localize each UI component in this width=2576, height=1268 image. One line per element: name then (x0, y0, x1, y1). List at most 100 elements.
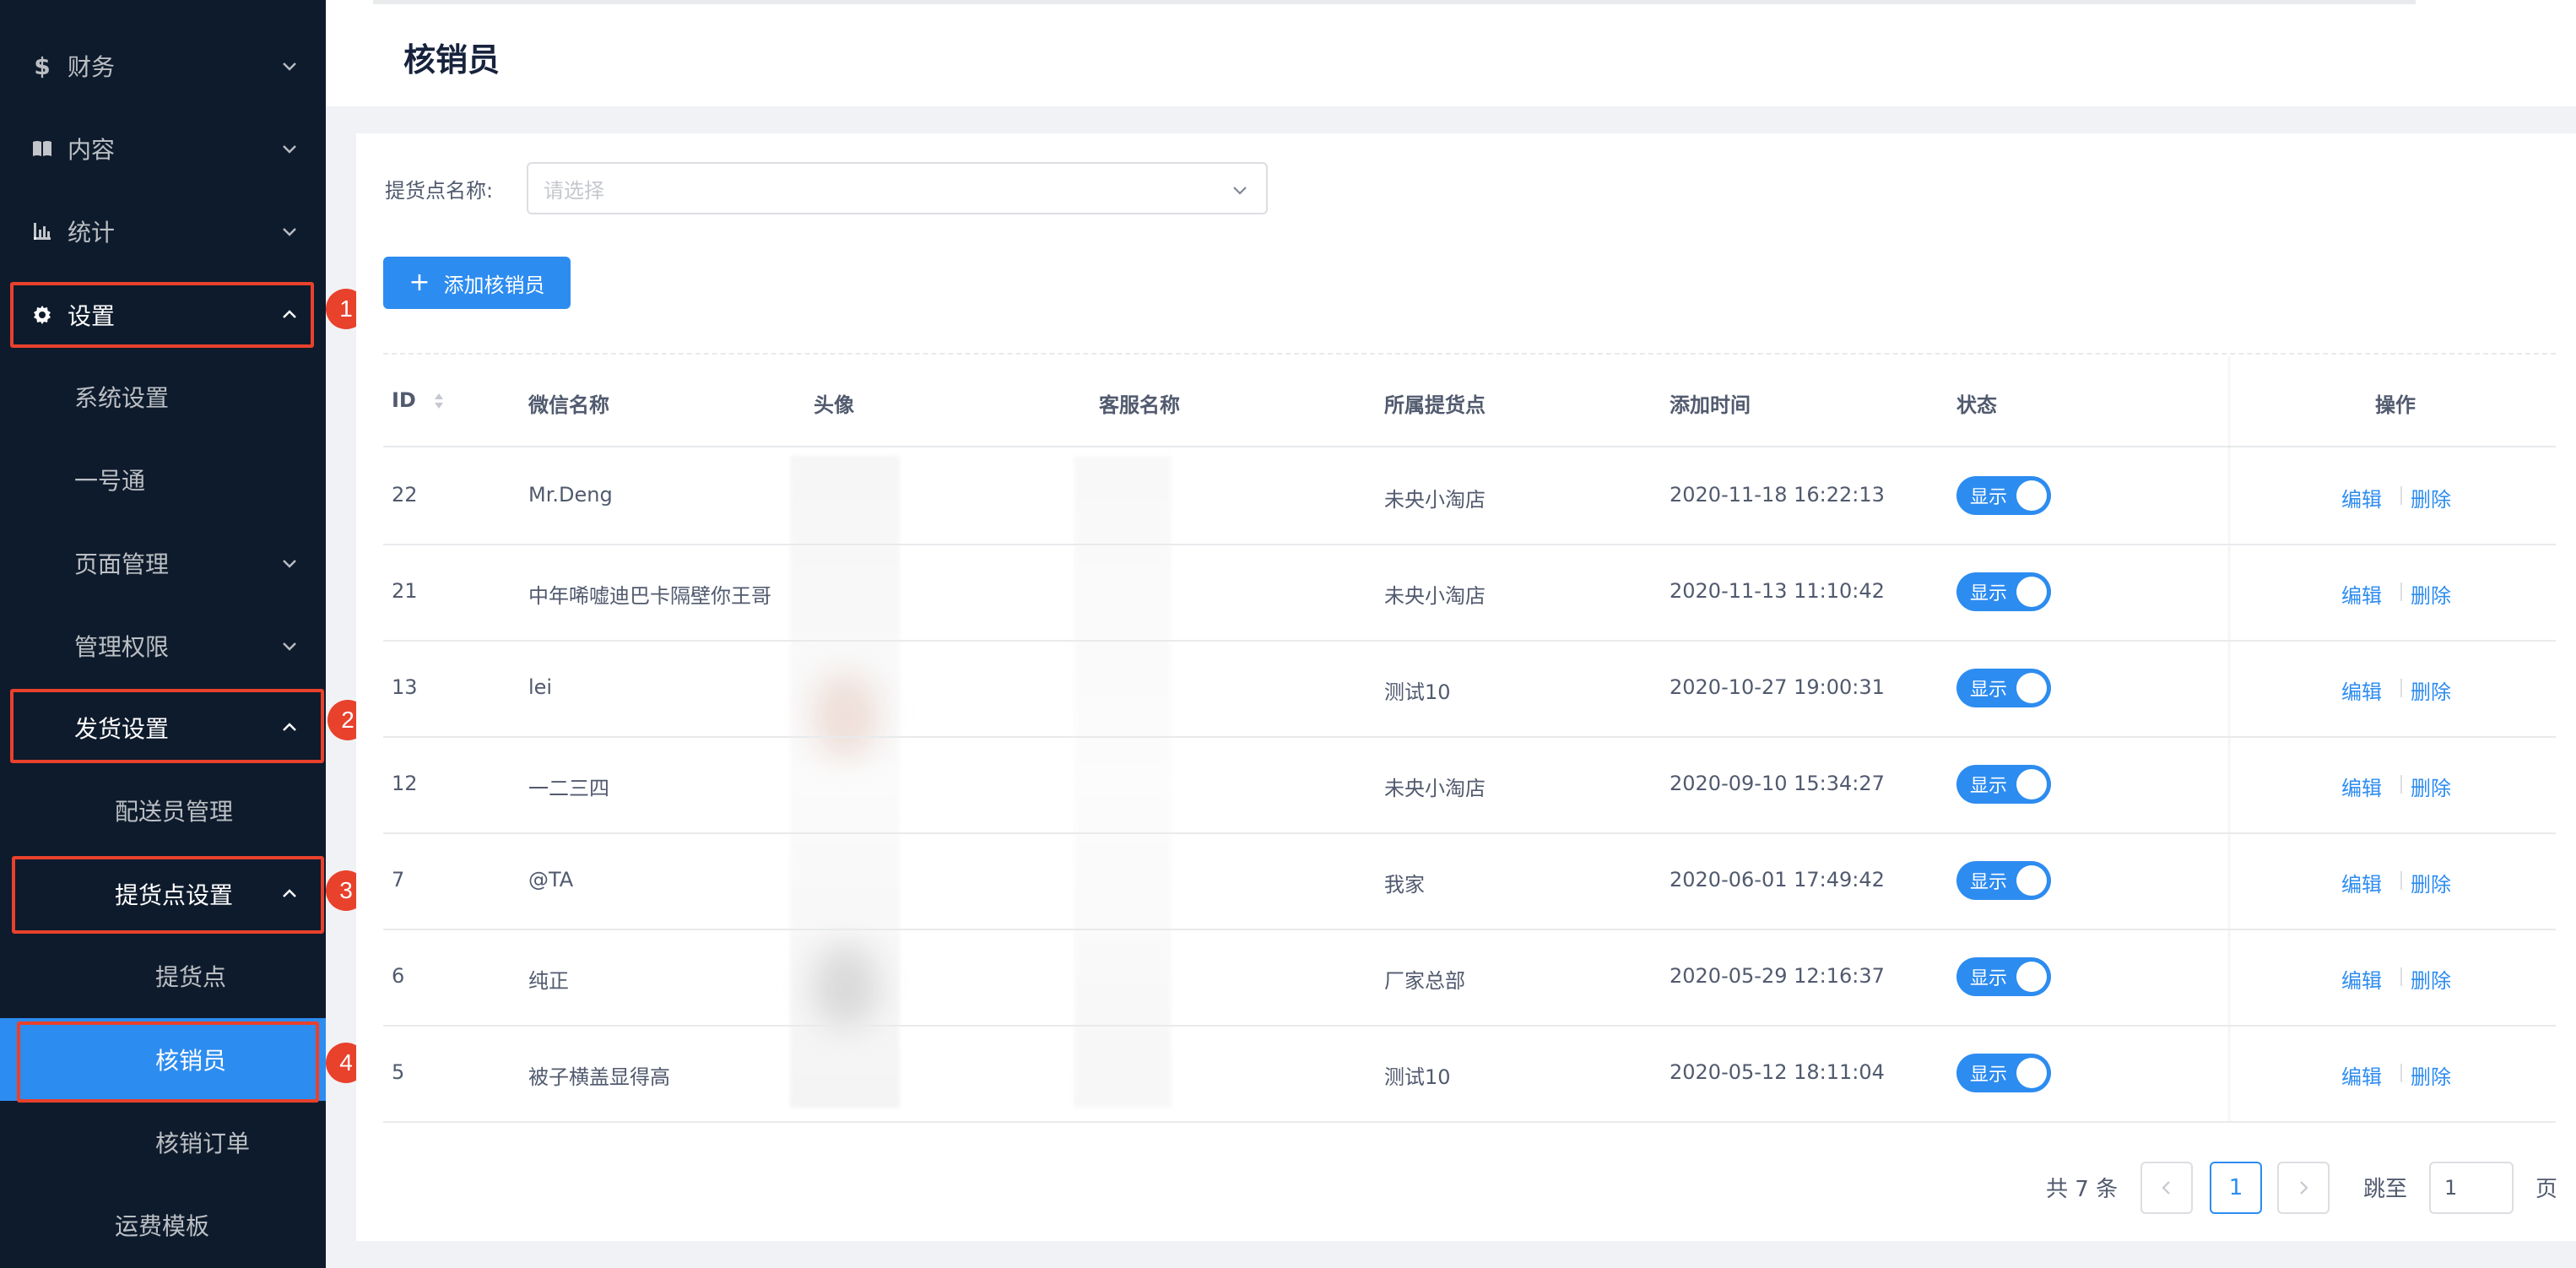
delete-link[interactable]: 删除 (2411, 772, 2451, 801)
sidebar-item-yihaotong[interactable]: 一号通 (0, 438, 326, 521)
status-toggle-label: 显示 (1970, 487, 2008, 508)
add-verifier-label: 添加核销员 (443, 273, 545, 297)
delete-link[interactable]: 删除 (2411, 579, 2451, 609)
sidebar-item-courier-management[interactable]: 配送员管理 (0, 769, 326, 852)
action-separator (2400, 775, 2402, 794)
cell-pickup-point: 测试10 (1384, 680, 1451, 704)
column-header-wechat-name: 微信名称 (528, 393, 609, 417)
sidebar-item-verification-orders[interactable]: 核销订单 (0, 1101, 326, 1184)
delete-link[interactable]: 删除 (2411, 675, 2451, 705)
sort-icon[interactable] (433, 392, 445, 410)
column-header-avatar: 头像 (814, 393, 854, 417)
sidebar-item-label: 内容 (68, 136, 116, 164)
cell-wechat-name: @TA (528, 868, 574, 891)
status-toggle[interactable]: 显示 (1956, 1054, 2051, 1092)
pagination-page-1[interactable]: 1 (2210, 1162, 2262, 1214)
cell-wechat-name: 中年唏嘘迪巴卡隔壁你王哥 (528, 584, 771, 608)
add-verifier-button[interactable]: + 添加核销员 (383, 257, 571, 309)
status-toggle-label: 显示 (1970, 680, 2008, 701)
delete-link[interactable]: 删除 (2411, 964, 2451, 994)
cell-wechat-name: lei (528, 675, 553, 699)
pickup-point-select[interactable]: 请选择 (527, 162, 1268, 214)
edit-link[interactable]: 编辑 (2341, 868, 2382, 897)
edit-link[interactable]: 编辑 (2341, 772, 2382, 801)
status-toggle-label: 显示 (1970, 1065, 2008, 1086)
sidebar-item-permissions[interactable]: 管理权限 (0, 604, 326, 687)
cell-added-time: 2020-11-18 16:22:13 (1670, 483, 1885, 507)
delete-link[interactable]: 删除 (2411, 868, 2451, 897)
cell-added-time: 2020-06-01 17:49:42 (1670, 868, 1885, 891)
page-title: 核销员 (403, 41, 501, 79)
chevron-down-icon (283, 62, 296, 71)
sidebar-item-pickup-points[interactable]: 提货点 (0, 935, 326, 1017)
column-header-pickup-point: 所属提货点 (1384, 393, 1486, 417)
status-toggle[interactable]: 显示 (1956, 476, 2051, 515)
row-divider (383, 544, 2556, 545)
column-header-service-name: 客服名称 (1099, 393, 1180, 417)
delete-link[interactable]: 删除 (2411, 1060, 2451, 1090)
status-toggle[interactable]: 显示 (1956, 669, 2051, 707)
fixed-column-shadow (2228, 356, 2232, 1121)
page-header: 核销员 (326, 0, 2576, 106)
chevron-left-icon (2162, 1181, 2170, 1195)
action-separator (2400, 583, 2402, 601)
status-toggle[interactable]: 显示 (1956, 765, 2051, 804)
select-placeholder: 请选择 (544, 178, 604, 203)
toggle-knob (2016, 480, 2047, 511)
edit-link[interactable]: 编辑 (2341, 964, 2382, 994)
filter-label: 提货点名称: (385, 179, 494, 203)
cell-wechat-name: 一二三四 (528, 777, 609, 800)
annotation-box-2 (10, 689, 324, 763)
sidebar-item-page-management[interactable]: 页面管理 (0, 522, 326, 604)
edit-link[interactable]: 编辑 (2341, 579, 2382, 609)
status-toggle-label: 显示 (1970, 583, 2008, 604)
status-toggle[interactable]: 显示 (1956, 861, 2051, 900)
edit-link[interactable]: 编辑 (2341, 675, 2382, 705)
sidebar-item-label: 提货点 (155, 963, 227, 991)
cell-added-time: 2020-09-10 15:34:27 (1670, 772, 1885, 795)
cell-id: 12 (392, 772, 418, 795)
column-header-id[interactable]: ID (392, 388, 445, 412)
edit-link[interactable]: 编辑 (2341, 1060, 2382, 1090)
status-toggle[interactable]: 显示 (1956, 572, 2051, 611)
annotation-box-4 (17, 1021, 319, 1103)
cell-id: 6 (392, 964, 405, 988)
pagination-prev-button[interactable] (2140, 1162, 2193, 1214)
divider (383, 353, 2556, 355)
toggle-knob (2016, 577, 2047, 607)
plus-icon: + (409, 268, 430, 297)
toggle-knob (2016, 769, 2047, 799)
cell-id: 7 (392, 868, 405, 891)
status-toggle[interactable]: 显示 (1956, 957, 2051, 996)
column-header-actions: 操作 (2375, 393, 2416, 417)
cell-pickup-point: 未央小淘店 (1384, 488, 1486, 512)
bar-chart-icon (30, 219, 54, 243)
delete-link[interactable]: 删除 (2411, 483, 2451, 512)
status-toggle-label: 显示 (1970, 872, 2008, 893)
pagination-next-button[interactable] (2277, 1162, 2330, 1214)
cell-pickup-point: 厂家总部 (1384, 969, 1465, 993)
chevron-down-icon (283, 642, 296, 651)
sidebar-item-stats[interactable]: 统计 (0, 190, 326, 273)
sidebar-item-label: 运费模板 (115, 1212, 210, 1240)
pagination-jump-input[interactable]: 1 (2429, 1162, 2514, 1214)
cell-added-time: 2020-11-13 11:10:42 (1670, 579, 1885, 603)
annotation-box-3 (12, 856, 324, 934)
sidebar-item-label: 系统设置 (74, 384, 170, 412)
sidebar-item-shipping-templates[interactable]: 运费模板 (0, 1184, 326, 1266)
cell-id: 22 (392, 483, 418, 507)
cell-pickup-point: 我家 (1384, 873, 1425, 897)
cell-pickup-point: 测试10 (1384, 1065, 1451, 1089)
sidebar-item-content[interactable]: 内容 (0, 107, 326, 190)
sidebar-item-system-settings[interactable]: 系统设置 (0, 355, 326, 438)
chevron-down-icon (283, 560, 296, 568)
edit-link[interactable]: 编辑 (2341, 483, 2382, 512)
cell-wechat-name: 被子横盖显得高 (528, 1065, 670, 1089)
toggle-knob (2016, 865, 2047, 896)
action-separator (2400, 679, 2402, 697)
chevron-down-icon (283, 145, 296, 154)
avatar-blur (812, 944, 879, 1028)
sidebar-item-finance[interactable]: $ 财务 (0, 24, 326, 107)
row-divider (383, 929, 2556, 930)
status-toggle-label: 显示 (1970, 776, 2008, 797)
